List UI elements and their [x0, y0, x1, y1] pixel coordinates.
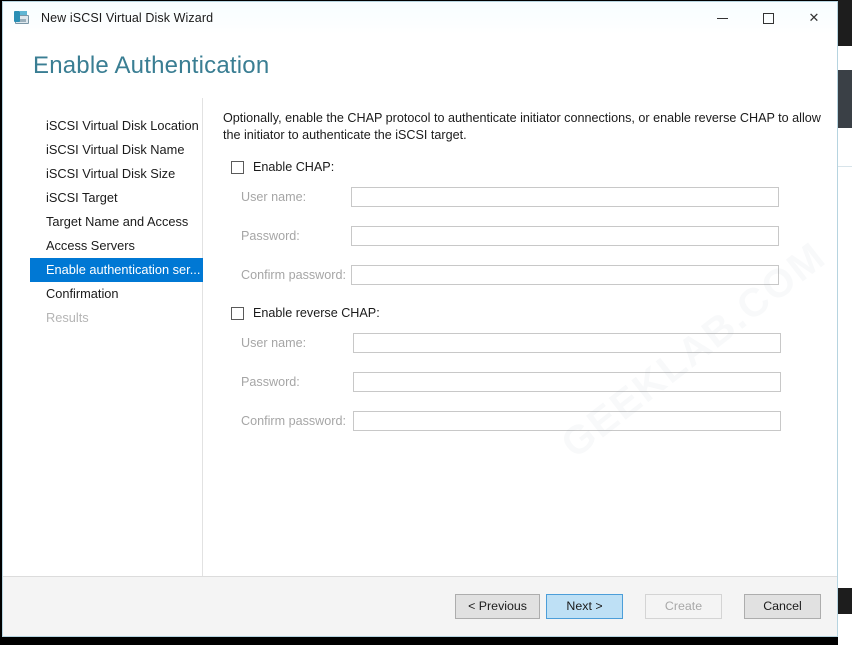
cancel-button[interactable]: Cancel [744, 594, 821, 619]
minimize-button[interactable] [699, 2, 745, 34]
chap-username-input[interactable] [351, 187, 779, 207]
chap-confirm-password-label: Confirm password: [241, 268, 346, 282]
chap-confirm-password-row: Confirm password: [223, 265, 837, 285]
enable-chap-label: Enable CHAP: [253, 160, 335, 174]
background-strip-dark-2 [838, 588, 852, 614]
chap-password-label: Password: [241, 229, 300, 243]
wizard-footer: < Previous Next > Create Cancel [3, 577, 837, 636]
reverse-chap-username-label: User name: [241, 336, 307, 350]
sidebar-item-iscsi-virtual-disk-size[interactable]: iSCSI Virtual Disk Size [30, 162, 202, 186]
reverse-chap-confirm-password-input[interactable] [353, 411, 781, 431]
background-strip-light-2 [838, 128, 852, 166]
chap-fields: User name: Password: Confirm password: [223, 187, 837, 285]
close-button[interactable]: ✕ [791, 2, 837, 34]
reverse-chap-password-label: Password: [241, 375, 300, 389]
maximize-button[interactable] [745, 2, 791, 34]
chap-password-row: Password: [223, 226, 837, 246]
reverse-chap-password-input[interactable] [353, 372, 781, 392]
sidebar-item-access-servers[interactable]: Access Servers [30, 234, 202, 258]
intro-description: Optionally, enable the CHAP protocol to … [223, 111, 821, 142]
chap-section: Enable CHAP: User name: Password: Confir… [223, 158, 837, 285]
wizard-step-nav: iSCSI Virtual Disk Location iSCSI Virtua… [3, 98, 203, 576]
page-title: Enable Authentication [33, 52, 270, 79]
wizard-body: iSCSI Virtual Disk Location iSCSI Virtua… [3, 98, 837, 576]
background-strip-body [838, 167, 852, 588]
reverse-chap-username-input[interactable] [353, 333, 781, 353]
previous-button[interactable]: < Previous [455, 594, 540, 619]
reverse-chap-password-row: Password: [223, 372, 837, 392]
reverse-chap-username-row: User name: [223, 333, 837, 353]
next-button[interactable]: Next > [546, 594, 623, 619]
close-icon: ✕ [808, 10, 820, 26]
create-button: Create [645, 594, 722, 619]
reverse-chap-section: Enable reverse CHAP: User name: Password… [223, 304, 837, 431]
background-strip-mid [838, 70, 852, 128]
reverse-chap-fields: User name: Password: Confirm password: [223, 333, 837, 431]
sidebar-item-results: Results [46, 310, 89, 325]
maximize-icon [762, 12, 774, 24]
iscsi-disk-icon [13, 9, 31, 27]
wizard-content: GEEKLAB.COM Optionally, enable the CHAP … [203, 98, 837, 576]
reverse-chap-confirm-password-label: Confirm password: [241, 414, 346, 428]
chap-confirm-password-input[interactable] [351, 265, 779, 285]
caption-button-group: ✕ [699, 2, 837, 34]
enable-chap-checkbox-row[interactable]: Enable CHAP: [231, 158, 837, 176]
enable-reverse-chap-label: Enable reverse CHAP: [253, 306, 380, 320]
enable-chap-checkbox[interactable] [231, 160, 244, 174]
reverse-chap-confirm-password-row: Confirm password: [223, 411, 837, 431]
sidebar-item-target-name-and-access[interactable]: Target Name and Access [30, 210, 202, 234]
sidebar-item-confirmation[interactable]: Confirmation [30, 282, 202, 306]
sidebar-item-iscsi-target[interactable]: iSCSI Target [30, 186, 202, 210]
sidebar-item-iscsi-virtual-disk-name[interactable]: iSCSI Virtual Disk Name [30, 138, 202, 162]
sidebar-item-iscsi-virtual-disk-location[interactable]: iSCSI Virtual Disk Location [30, 114, 202, 138]
chap-password-input[interactable] [351, 226, 779, 246]
enable-reverse-chap-checkbox[interactable] [231, 306, 244, 320]
sidebar-item-enable-authentication[interactable]: Enable authentication ser... [30, 258, 203, 282]
background-strip-top [838, 0, 852, 46]
chap-username-label: User name: [241, 190, 307, 204]
enable-reverse-chap-checkbox-row[interactable]: Enable reverse CHAP: [231, 304, 837, 322]
wizard-window: New iSCSI Virtual Disk Wizard ✕ Enable A… [2, 1, 838, 637]
chap-username-row: User name: [223, 187, 837, 207]
title-bar[interactable]: New iSCSI Virtual Disk Wizard ✕ [3, 2, 837, 34]
minimize-icon [716, 17, 728, 19]
window-title: New iSCSI Virtual Disk Wizard [41, 11, 214, 25]
background-strip-bottom [838, 614, 852, 645]
background-strip-light [838, 46, 852, 70]
